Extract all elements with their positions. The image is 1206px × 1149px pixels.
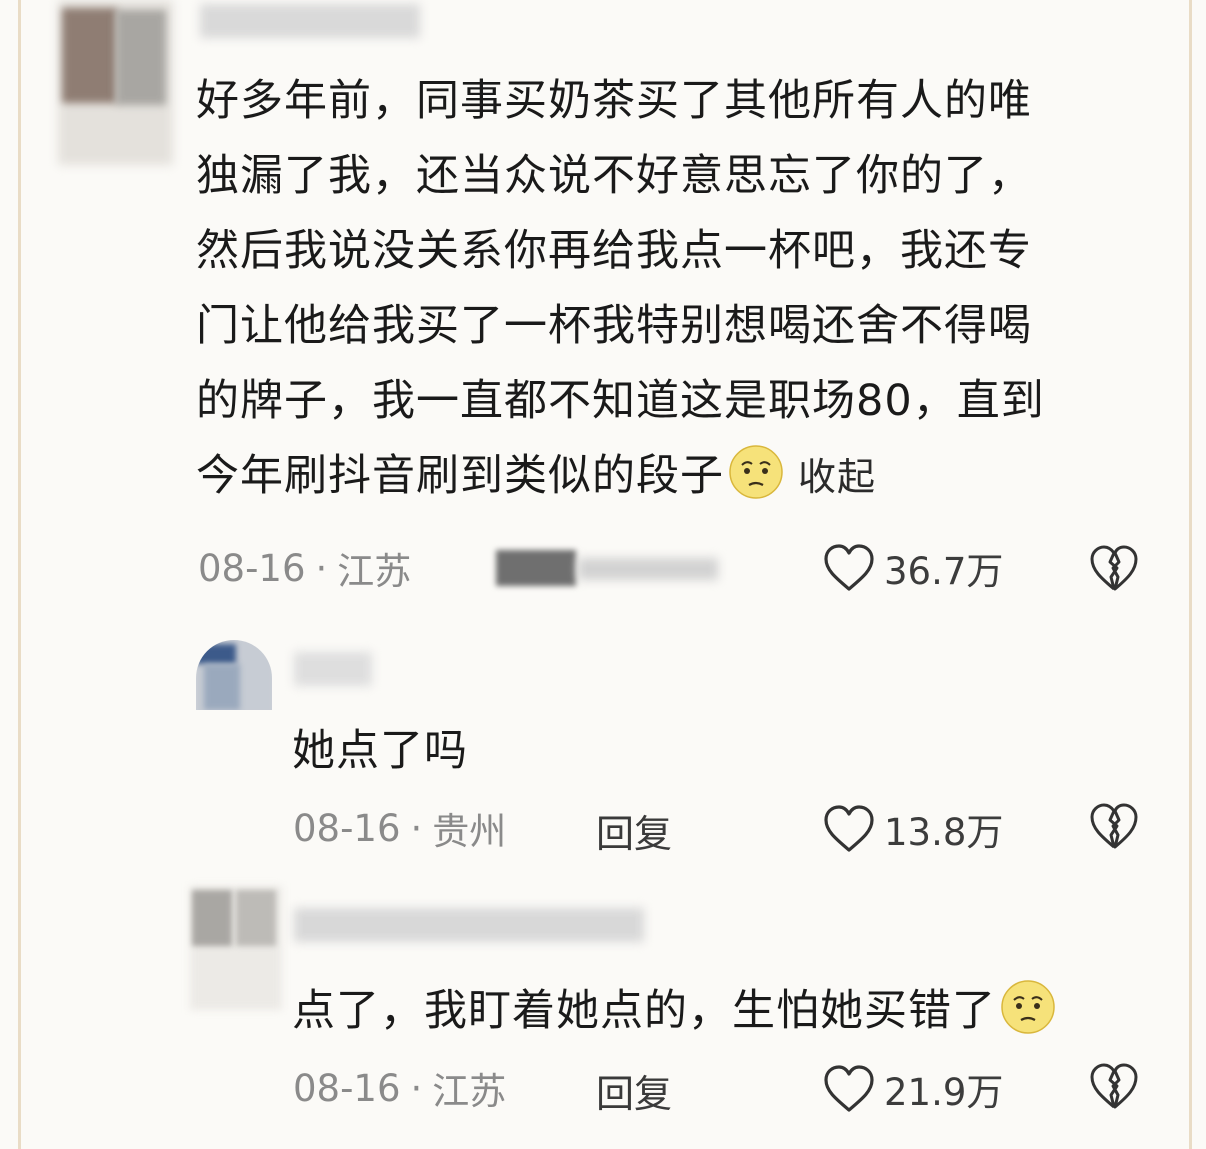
reply-button[interactable]: 回复 [596,1063,672,1118]
broken-heart-icon[interactable] [1088,544,1140,592]
comment-location: 贵州 [432,810,507,853]
heart-icon [824,805,874,852]
username[interactable] [294,652,372,686]
avatar[interactable] [58,0,173,165]
frame-right-border [1189,0,1192,1149]
avatar[interactable] [196,640,272,710]
username[interactable] [294,908,644,942]
frame-left-border [18,0,21,1149]
broken-heart-icon[interactable] [1088,802,1140,850]
comment-date: 08-16 [198,546,306,590]
comment-text: 好多年前，同事买奶茶买了其他所有人的唯 独漏了我，还当众说不好意思忘了你的了， … [196,76,1045,501]
comment-meta: 08-16 · 江苏 [198,538,411,598]
reply-button[interactable]: 回复 [596,803,672,858]
comment-date: 08-16 [293,806,401,850]
comment-date: 08-16 [293,1066,401,1110]
broken-heart-icon[interactable] [1088,1062,1140,1110]
like-count: 13.8万 [884,811,1004,854]
reply-button[interactable] [488,548,728,590]
username[interactable] [200,4,420,38]
heart-icon [824,544,874,591]
awkward-face-emoji-icon [1001,980,1055,1034]
like-button[interactable]: 36.7万 [822,541,1003,595]
like-button[interactable]: 13.8万 [822,802,1003,856]
comment-meta: 08-16 · 江苏 [293,1058,506,1118]
comment-text: 她点了吗 [292,726,468,776]
like-button[interactable]: 21.9万 [822,1062,1003,1116]
avatar[interactable] [190,886,282,1010]
awkward-face-emoji-icon [729,445,783,499]
like-count: 21.9万 [884,1071,1004,1114]
comment-text: 点了，我盯着她点的，生怕她买错了 [292,974,1056,1049]
comment-location: 江苏 [432,1070,507,1113]
collapse-link[interactable]: 收起 [798,455,876,499]
comment-meta: 08-16 · 贵州 [293,798,506,858]
comment-location: 江苏 [337,550,412,593]
heart-icon [824,1065,874,1112]
like-count: 36.7万 [884,550,1004,593]
